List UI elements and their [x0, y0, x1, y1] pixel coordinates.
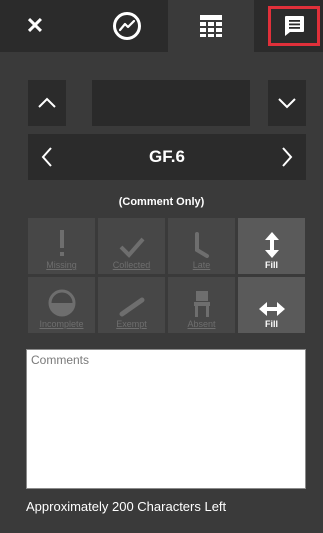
- checkmark-icon: [119, 237, 145, 258]
- status-label: Fill: [265, 319, 278, 329]
- status-label: Absent: [187, 319, 216, 329]
- close-icon: ✕: [25, 13, 45, 38]
- status-collected-button[interactable]: Collected: [98, 218, 165, 274]
- chevron-left-icon: [41, 147, 52, 167]
- assignment-nav-row: GF.6: [28, 134, 306, 180]
- assignment-mode-label: (Comment Only): [118, 196, 205, 208]
- comments-box: [26, 349, 306, 489]
- late-icon: [194, 232, 209, 258]
- half-circle-icon: [48, 289, 75, 317]
- status-label: Exempt: [116, 319, 147, 329]
- grid-icon: [200, 15, 222, 37]
- chart-icon: [113, 12, 141, 40]
- comment-icon: [284, 16, 304, 36]
- status-label: Collected: [112, 260, 151, 270]
- tab-grid[interactable]: [168, 0, 254, 52]
- student-nav-row: [28, 80, 306, 126]
- tab-chart[interactable]: [86, 0, 168, 52]
- chevron-right-icon: [282, 147, 293, 167]
- vertical-arrows-icon: [264, 232, 279, 258]
- horizontal-arrows-icon: [258, 302, 285, 316]
- comment-tab-highlight: [267, 6, 320, 46]
- chevron-up-icon: [38, 97, 56, 108]
- status-label: Incomplete: [39, 319, 84, 329]
- previous-student-button[interactable]: [28, 80, 66, 126]
- status-label: Missing: [46, 260, 77, 270]
- next-student-button[interactable]: [268, 80, 306, 126]
- top-toolbar: ✕: [0, 0, 323, 52]
- status-label: Late: [192, 260, 211, 270]
- slash-icon: [119, 297, 144, 317]
- status-absent-button[interactable]: Absent: [168, 277, 235, 333]
- fill-vertical-button[interactable]: Fill: [238, 218, 305, 274]
- exclamation-icon: [59, 230, 64, 256]
- characters-left-label: Approximately 200 Characters Left: [26, 499, 227, 514]
- tab-comment[interactable]: [264, 0, 323, 52]
- status-label: Fill: [265, 260, 278, 270]
- close-button[interactable]: ✕: [0, 0, 70, 52]
- fill-horizontal-button[interactable]: Fill: [238, 277, 305, 333]
- status-late-button[interactable]: Late: [168, 218, 235, 274]
- status-exempt-button[interactable]: Exempt: [98, 277, 165, 333]
- student-name-redacted: [92, 80, 250, 126]
- assignment-title: GF.6: [66, 134, 268, 180]
- status-incomplete-button[interactable]: Incomplete: [28, 277, 95, 333]
- next-assignment-button[interactable]: [268, 134, 306, 180]
- chevron-down-icon: [278, 98, 296, 109]
- chair-icon: [193, 291, 210, 317]
- previous-assignment-button[interactable]: [28, 134, 66, 180]
- comments-input[interactable]: [27, 350, 305, 488]
- status-missing-button[interactable]: Missing: [28, 218, 95, 274]
